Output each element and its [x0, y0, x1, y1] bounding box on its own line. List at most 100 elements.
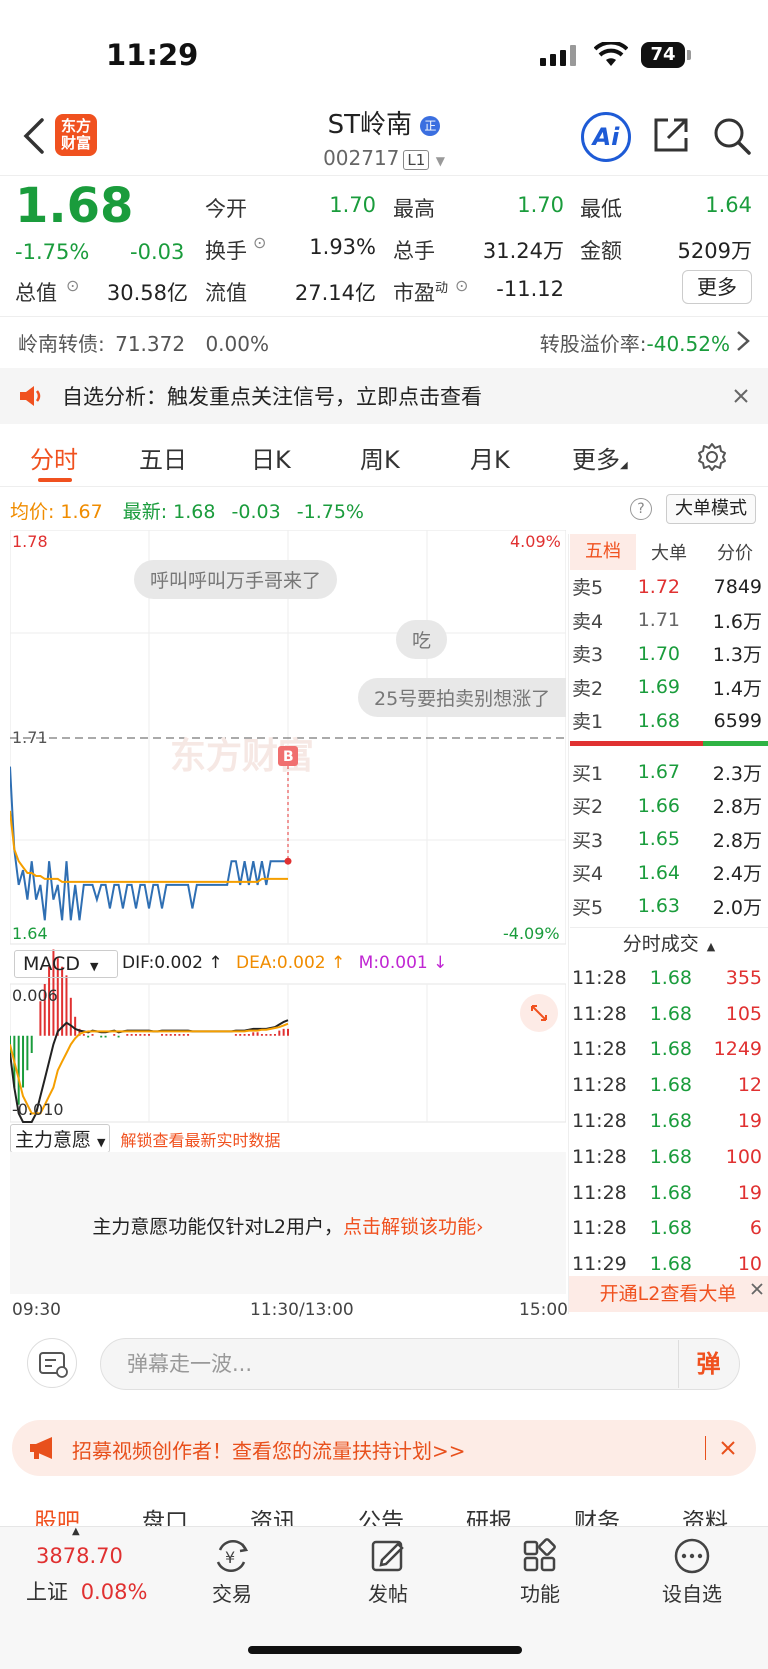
turnover-value: 1.93% — [309, 235, 376, 259]
index-value[interactable]: 3878.70 — [36, 1544, 123, 1568]
conversion-premium[interactable]: 转股溢价率:-40.52% — [540, 328, 730, 357]
ask-row[interactable]: 卖4 1.71 1.6万 — [570, 604, 768, 638]
tab-daily-k[interactable]: 日K — [251, 440, 291, 475]
ask-row[interactable]: 卖2 1.69 1.4万 — [570, 671, 768, 705]
stock-code-text: 002717 — [323, 146, 400, 170]
indicator-selector[interactable]: MACD ▼ — [14, 950, 118, 978]
nav-trade[interactable]: 交易 — [196, 1578, 268, 1607]
settings-icon[interactable] — [697, 442, 727, 472]
danmu-send-button[interactable]: 弹 — [678, 1340, 738, 1388]
time-axis-start: 09:30 — [12, 1300, 61, 1320]
tab-more[interactable]: 更多◢ — [572, 440, 628, 475]
main-force-dropdown: 主力意愿 ▼ — [10, 1124, 111, 1153]
level-price: 1.72 — [637, 575, 680, 598]
post-icon[interactable] — [368, 1536, 408, 1576]
trade-volume: 19 — [737, 1110, 762, 1133]
chevron-down-icon: ▼ — [435, 154, 445, 168]
tab-five-levels[interactable]: 五档 — [570, 534, 636, 570]
bid-row[interactable]: 买5 1.63 2.0万 — [570, 890, 768, 924]
tab-intraday[interactable]: 分时 — [30, 440, 78, 475]
status-time: 11:29 — [106, 38, 199, 72]
level-price: 1.66 — [637, 794, 680, 817]
functions-icon[interactable] — [520, 1536, 560, 1576]
bid-row[interactable]: 买4 1.64 2.4万 — [570, 856, 768, 890]
change-value: -0.03 — [130, 240, 185, 264]
level-volume: 2.3万 — [712, 762, 762, 785]
trade-price: 1.68 — [649, 1217, 692, 1240]
main-force-selector[interactable]: 主力意愿 ▼ 解锁查看最新实时数据 — [10, 1124, 281, 1153]
nav-watchlist[interactable]: 设自选 — [650, 1578, 734, 1607]
tab-five-day[interactable]: 五日 — [139, 440, 187, 475]
trade-price: 1.68 — [649, 1181, 692, 1204]
trade-time: 11:29 — [572, 1253, 627, 1276]
info-icon[interactable]: ⊙ — [455, 276, 468, 295]
close-icon[interactable] — [750, 1282, 764, 1296]
level-label: 买3 — [572, 829, 604, 852]
open-label: 今开 — [205, 197, 247, 221]
expand-icon — [531, 1005, 547, 1021]
volume-value: 31.24万 — [482, 239, 564, 263]
level-volume: 6599 — [713, 709, 762, 732]
level-label: 买2 — [572, 796, 604, 819]
level-price: 1.70 — [637, 642, 680, 665]
trade-time: 11:28 — [572, 1145, 627, 1168]
big-order-mode-button[interactable]: 大单模式 — [666, 494, 756, 524]
tab-price-distribution[interactable]: 分价 — [702, 539, 768, 565]
barrage-bubble[interactable]: 呼叫呼叫万手哥来了 — [134, 560, 338, 599]
bid-row[interactable]: 买3 1.65 2.8万 — [570, 823, 768, 857]
battery-icon: 74 — [641, 42, 685, 68]
nav-post[interactable]: 发帖 — [352, 1578, 424, 1607]
add-watchlist-icon[interactable] — [672, 1536, 712, 1576]
danmu-settings-icon — [39, 1352, 68, 1378]
close-icon[interactable] — [733, 388, 749, 404]
nav-functions[interactable]: 功能 — [504, 1578, 576, 1607]
book-divider — [568, 534, 569, 1314]
tab-big-orders[interactable]: 大单 — [636, 539, 702, 565]
search-icon[interactable] — [712, 116, 752, 156]
barrage-bubble[interactable]: 25号要拍卖别想涨了 — [358, 678, 567, 717]
info-icon[interactable]: ⊙ — [253, 233, 266, 252]
ai-button[interactable]: Ai — [581, 112, 631, 162]
trade-time: 11:28 — [572, 1038, 627, 1061]
bid-row[interactable]: 买2 1.66 2.8万 — [570, 789, 768, 823]
level-label: 买1 — [572, 762, 604, 785]
caret-up-icon: ▲ — [72, 1526, 80, 1537]
info-icon[interactable]: ⊙ — [66, 276, 79, 295]
ask-row[interactable]: 卖5 1.72 7849 — [570, 570, 768, 604]
level-volume: 2.0万 — [712, 896, 762, 919]
index-info[interactable]: 上证 0.08% — [26, 1576, 147, 1606]
danmu-input[interactable]: 弹幕走一波... — [100, 1338, 740, 1390]
ask-row[interactable]: 卖3 1.70 1.3万 — [570, 637, 768, 671]
order-book-tabs: 五档 大单 分价 — [570, 534, 768, 570]
ask-row[interactable]: 卖1 1.68 6599 — [570, 704, 768, 738]
close-icon[interactable] — [720, 1440, 736, 1456]
bid-row[interactable]: 买1 1.67 2.3万 — [570, 756, 768, 790]
convertible-bond[interactable]: 岭南转债: 71.372 0.00% — [18, 328, 269, 357]
level-price: 1.67 — [637, 761, 680, 784]
trade-time: 11:28 — [572, 1217, 627, 1240]
expand-button[interactable] — [520, 994, 558, 1032]
tab-monthly-k[interactable]: 月K — [470, 440, 510, 475]
danmu-settings-button[interactable] — [27, 1338, 77, 1388]
tab-weekly-k[interactable]: 周K — [360, 440, 400, 475]
help-icon[interactable]: ? — [630, 498, 652, 520]
level-volume: 1.6万 — [712, 610, 762, 633]
trade-volume: 105 — [725, 1002, 762, 1025]
high-label: 最高 — [393, 197, 435, 221]
share-icon[interactable] — [652, 116, 690, 154]
battery-tip — [687, 50, 691, 60]
level-price: 1.64 — [637, 861, 680, 884]
trade-time: 11:28 — [572, 1110, 627, 1133]
barrage-bubble[interactable]: 吃 — [396, 620, 448, 659]
trade-icon[interactable]: ¥ — [212, 1536, 252, 1576]
trade-time: 11:28 — [572, 1181, 627, 1204]
level-volume: 7849 — [713, 575, 762, 598]
level-volume: 2.4万 — [712, 863, 762, 886]
main-force-text[interactable]: 主力意愿功能仅针对L2用户，点击解锁该功能› — [10, 1212, 566, 1239]
level-volume: 2.8万 — [712, 796, 762, 819]
level-price: 1.68 — [637, 709, 680, 732]
trade-row: 11:28 1.68 19 — [570, 1103, 768, 1139]
more-button[interactable]: 更多 — [682, 270, 752, 304]
open-l2-button[interactable]: 开通L2查看大单 — [568, 1276, 768, 1312]
unlock-hint: 解锁查看最新实时数据 — [120, 1131, 281, 1150]
